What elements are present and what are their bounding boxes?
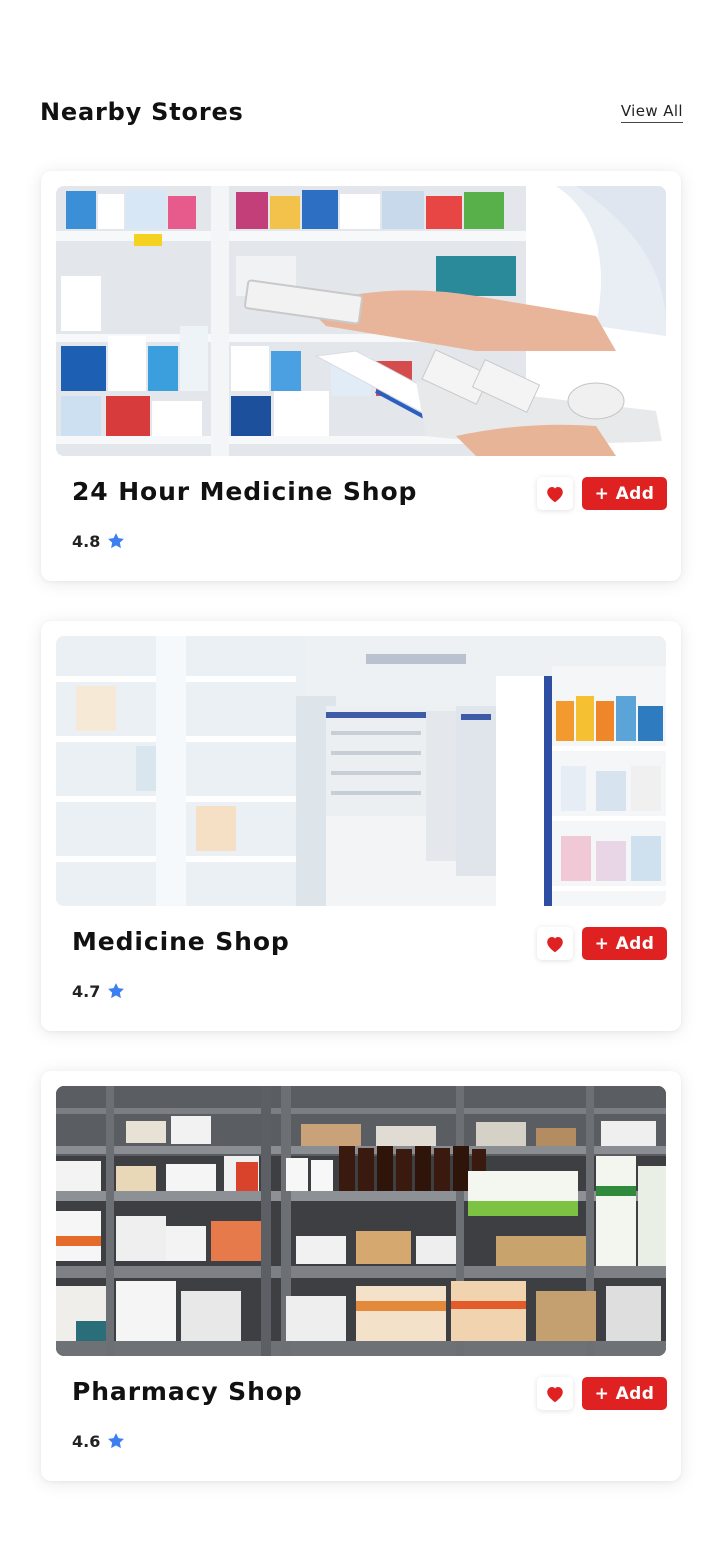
store-actions: + Add <box>537 927 667 960</box>
store-rating: 4.6 <box>72 1431 126 1451</box>
store-card[interactable]: Medicine Shop 4.7 + Add <box>41 621 681 1031</box>
store-actions: + Add <box>537 1377 667 1410</box>
nearby-stores-screen: Nearby Stores View All 24 Hour Medicine … <box>0 0 720 1560</box>
store-name: Pharmacy Shop <box>72 1377 303 1406</box>
store-name: 24 Hour Medicine Shop <box>72 477 418 506</box>
store-rating: 4.7 <box>72 981 126 1001</box>
favorite-button[interactable] <box>537 477 573 510</box>
rating-value: 4.7 <box>72 981 101 1001</box>
store-image <box>56 636 666 906</box>
star-icon <box>108 983 125 999</box>
store-rating: 4.8 <box>72 531 126 551</box>
heart-icon <box>547 1386 563 1402</box>
favorite-button[interactable] <box>537 1377 573 1410</box>
view-all-link[interactable]: View All <box>620 102 683 123</box>
star-icon <box>108 533 125 549</box>
rating-value: 4.6 <box>72 1431 101 1451</box>
store-name: Medicine Shop <box>72 927 290 956</box>
star-icon <box>108 1433 125 1449</box>
heart-icon <box>547 486 563 502</box>
store-actions: + Add <box>537 477 667 510</box>
store-image <box>56 186 666 456</box>
section-title: Nearby Stores <box>40 98 244 126</box>
add-button[interactable]: + Add <box>582 477 667 510</box>
store-image <box>56 1086 666 1356</box>
add-button[interactable]: + Add <box>582 927 667 960</box>
store-card[interactable]: 24 Hour Medicine Shop 4.8 + Add <box>41 171 681 581</box>
heart-icon <box>547 936 563 952</box>
rating-value: 4.8 <box>72 531 101 551</box>
section-header: Nearby Stores View All <box>40 92 683 132</box>
store-card[interactable]: Pharmacy Shop 4.6 + Add <box>41 1071 681 1481</box>
add-button[interactable]: + Add <box>582 1377 667 1410</box>
favorite-button[interactable] <box>537 927 573 960</box>
